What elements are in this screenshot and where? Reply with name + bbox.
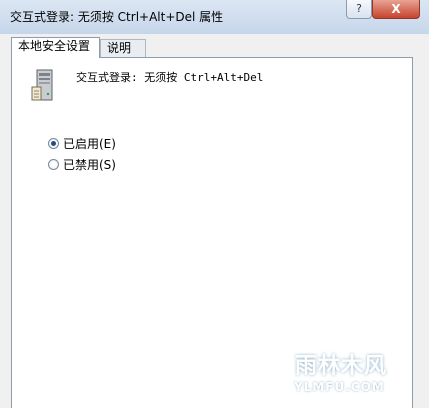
tab-explain[interactable]: 说明: [100, 39, 146, 57]
radio-disabled[interactable]: [48, 158, 59, 170]
window-title: 交互式登录: 无须按 Ctrl+Alt+Del 属性: [10, 10, 224, 24]
policy-title: 交互式登录: 无须按 Ctrl+Alt+Del: [76, 71, 264, 84]
properties-window: 交互式登录: 无须按 Ctrl+Alt+Del 属性 ? X 本地安全设置 说明…: [0, 0, 429, 408]
watermark-logo: 雨林木风 YLMFU.COM: [290, 340, 420, 404]
radio-enabled[interactable]: [48, 137, 59, 149]
close-button[interactable]: X: [372, 0, 420, 19]
watermark-url: YLMFU.COM: [294, 380, 385, 394]
option-enabled[interactable]: 已启用(E): [48, 135, 116, 151]
server-computer-icon: [31, 69, 53, 101]
title-bar[interactable]: 交互式登录: 无须按 Ctrl+Alt+Del 属性 ? X: [0, 0, 429, 34]
option-enabled-label: 已启用(E): [63, 136, 116, 151]
tab-local-security-setting[interactable]: 本地安全设置: [11, 37, 100, 58]
option-disabled[interactable]: 已禁用(S): [48, 156, 116, 172]
help-button[interactable]: ?: [346, 0, 372, 19]
option-disabled-label: 已禁用(S): [63, 157, 116, 172]
watermark-text: 雨林木风: [295, 354, 388, 379]
